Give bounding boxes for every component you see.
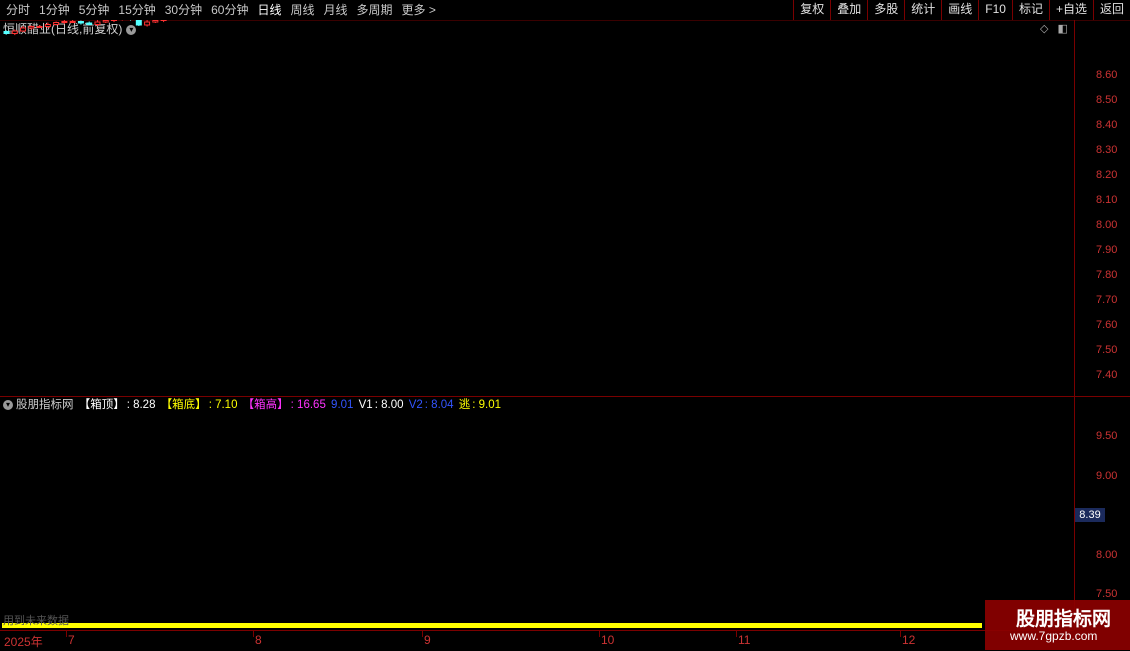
tab-more[interactable]: 更多 > <box>399 0 439 20</box>
date-label: 7 <box>68 633 75 647</box>
date-axis: 2025年 7 8 9 10 11 12 <box>0 630 1074 651</box>
overlay-button[interactable]: 叠加 <box>830 0 867 20</box>
f10-button[interactable]: F10 <box>978 0 1012 20</box>
indicator-tick: 8.00 <box>1096 549 1118 561</box>
tab-timeshare[interactable]: 分时 <box>3 0 33 20</box>
price-tick: 8.30 <box>1096 144 1118 156</box>
top-toolbar: 分时 1分钟 5分钟 15分钟 30分钟 60分钟 日线 周线 月线 多周期 更… <box>0 0 1130 21</box>
candle-up <box>94 21 101 25</box>
statistics-button[interactable]: 统计 <box>904 0 941 20</box>
month-tick <box>900 631 901 637</box>
add-watchlist-button[interactable]: +自选 <box>1048 0 1093 20</box>
tab-60min[interactable]: 60分钟 <box>208 0 251 20</box>
tab-5min[interactable]: 5分钟 <box>76 0 113 20</box>
tool-buttons: 复权 叠加 多股 统计 画线 F10 标记 +自选 返回 <box>793 0 1130 20</box>
period-tabs: 分时 1分钟 5分钟 15分钟 30分钟 60分钟 日线 周线 月线 多周期 更… <box>0 0 439 20</box>
candle-up <box>28 26 35 29</box>
price-tick: 7.90 <box>1096 244 1118 256</box>
date-label: 8 <box>255 633 262 647</box>
draw-line-button[interactable]: 画线 <box>941 0 978 20</box>
indicator-tick: 9.50 <box>1096 430 1118 442</box>
month-tick <box>599 631 600 637</box>
price-tick: 7.40 <box>1096 369 1118 381</box>
month-tick <box>422 631 423 637</box>
mark-button[interactable]: 标记 <box>1011 0 1049 20</box>
candle-down <box>3 31 10 34</box>
tab-30min[interactable]: 30分钟 <box>162 0 205 20</box>
month-tick <box>66 631 67 637</box>
candle-up <box>111 20 118 21</box>
multi-stock-button[interactable]: 多股 <box>867 0 904 20</box>
tab-1min[interactable]: 1分钟 <box>36 0 73 20</box>
candle-down <box>86 22 93 25</box>
price-tick: 8.40 <box>1096 119 1118 131</box>
candle-up <box>20 27 27 32</box>
date-label: 12 <box>902 633 916 647</box>
price-tick: 7.70 <box>1096 294 1118 306</box>
indicator-chart[interactable] <box>0 397 1074 629</box>
watermark-url: www.7gpzb.com <box>1010 629 1098 643</box>
price-tick: 8.60 <box>1096 69 1118 81</box>
back-button[interactable]: 返回 <box>1092 0 1130 20</box>
candle-up <box>61 21 68 23</box>
date-label: 9 <box>424 633 431 647</box>
candle-up <box>144 21 151 26</box>
tab-multi-period[interactable]: 多周期 <box>354 0 396 20</box>
candle-up <box>44 24 51 27</box>
price-tick: 8.10 <box>1096 194 1118 206</box>
price-tick: 7.50 <box>1096 344 1118 356</box>
month-tick <box>736 631 737 637</box>
box-bottom-bar <box>2 623 982 628</box>
month-tick <box>253 631 254 637</box>
price-tick: 7.80 <box>1096 269 1118 281</box>
tab-weekly[interactable]: 周线 <box>287 0 317 20</box>
date-label: 11 <box>738 633 751 647</box>
date-label: 2025年 <box>4 635 43 649</box>
candle-up <box>11 30 18 34</box>
candlestick-chart[interactable] <box>0 20 1074 396</box>
restore-rights-button[interactable]: 复权 <box>793 0 830 20</box>
candle-down <box>135 20 142 26</box>
indicator-last-value: 8.39 <box>1075 508 1105 522</box>
tab-15min[interactable]: 15分钟 <box>115 0 158 20</box>
date-label: 10 <box>601 633 615 647</box>
price-tick: 8.50 <box>1096 94 1118 106</box>
price-tick: 7.60 <box>1096 319 1118 331</box>
candle-up <box>102 20 109 23</box>
watermark-title: 股朋指标网 <box>1016 609 1112 630</box>
price-axis-line <box>1074 20 1075 630</box>
indicator-tick: 9.00 <box>1096 470 1118 482</box>
candle-down <box>77 21 84 24</box>
candle-up <box>160 20 167 21</box>
price-tick: 8.20 <box>1096 169 1118 181</box>
future-data-hint: 用到未来数据 <box>3 615 69 627</box>
tab-daily[interactable]: 日线 <box>254 0 284 20</box>
candle-up <box>53 22 60 25</box>
price-tick: 8.00 <box>1096 219 1118 231</box>
tab-monthly[interactable]: 月线 <box>321 0 351 20</box>
indicator-tick: 7.50 <box>1096 588 1118 600</box>
candle-up <box>152 20 159 23</box>
candle-up <box>36 26 43 28</box>
candle-up <box>69 21 76 23</box>
